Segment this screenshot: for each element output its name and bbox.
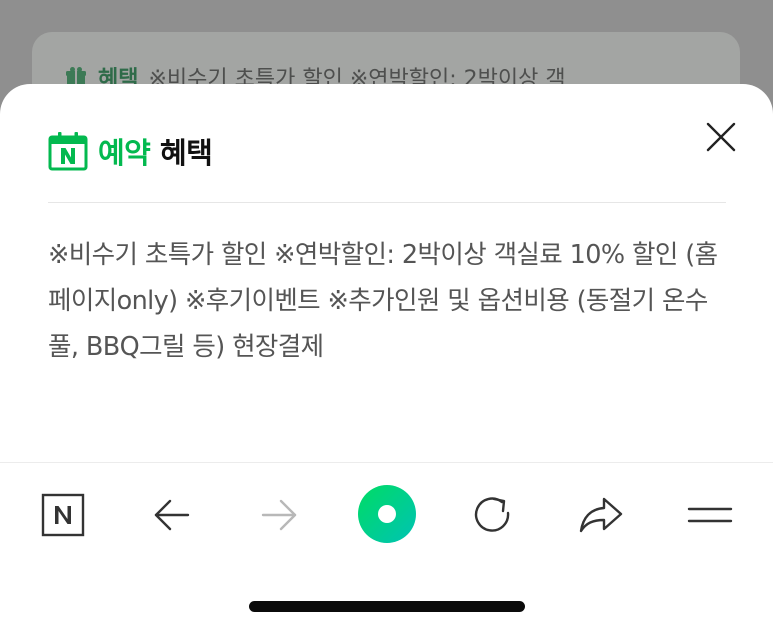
sheet-title-rest: 혜택	[150, 136, 213, 170]
share-button[interactable]	[573, 487, 629, 543]
naver-calendar-icon	[48, 132, 88, 171]
back-button[interactable]	[144, 487, 200, 543]
home-indicator	[249, 601, 525, 612]
green-dot-button[interactable]	[357, 484, 417, 544]
menu-button[interactable]	[682, 487, 738, 543]
naver-home-button[interactable]	[35, 487, 91, 543]
sheet-title-accent: 예약	[98, 136, 151, 170]
forward-arrow-icon	[261, 499, 297, 531]
close-button[interactable]	[700, 116, 742, 158]
sheet-title: 예약 혜택	[98, 130, 213, 172]
page: 혜택 ※비수기 초특가 할인 ※연박할인: 2박이상 객 예약 혜택 ※비수기 …	[0, 0, 773, 628]
refresh-button[interactable]	[465, 487, 521, 543]
browser-toolbar	[0, 462, 773, 572]
menu-icon	[687, 507, 733, 523]
header-divider	[48, 202, 726, 203]
refresh-icon	[474, 497, 510, 532]
forward-button[interactable]	[251, 487, 307, 543]
benefit-description: ※비수기 초특가 할인 ※연박할인: 2박이상 객실료 10% 할인 (홈페이지…	[48, 240, 718, 362]
close-icon	[706, 122, 736, 152]
naver-home-icon	[41, 493, 85, 537]
back-arrow-icon	[154, 499, 190, 531]
share-icon	[579, 497, 623, 533]
sheet-header: 예약 혜택	[48, 130, 213, 172]
green-dot-icon	[358, 485, 416, 543]
